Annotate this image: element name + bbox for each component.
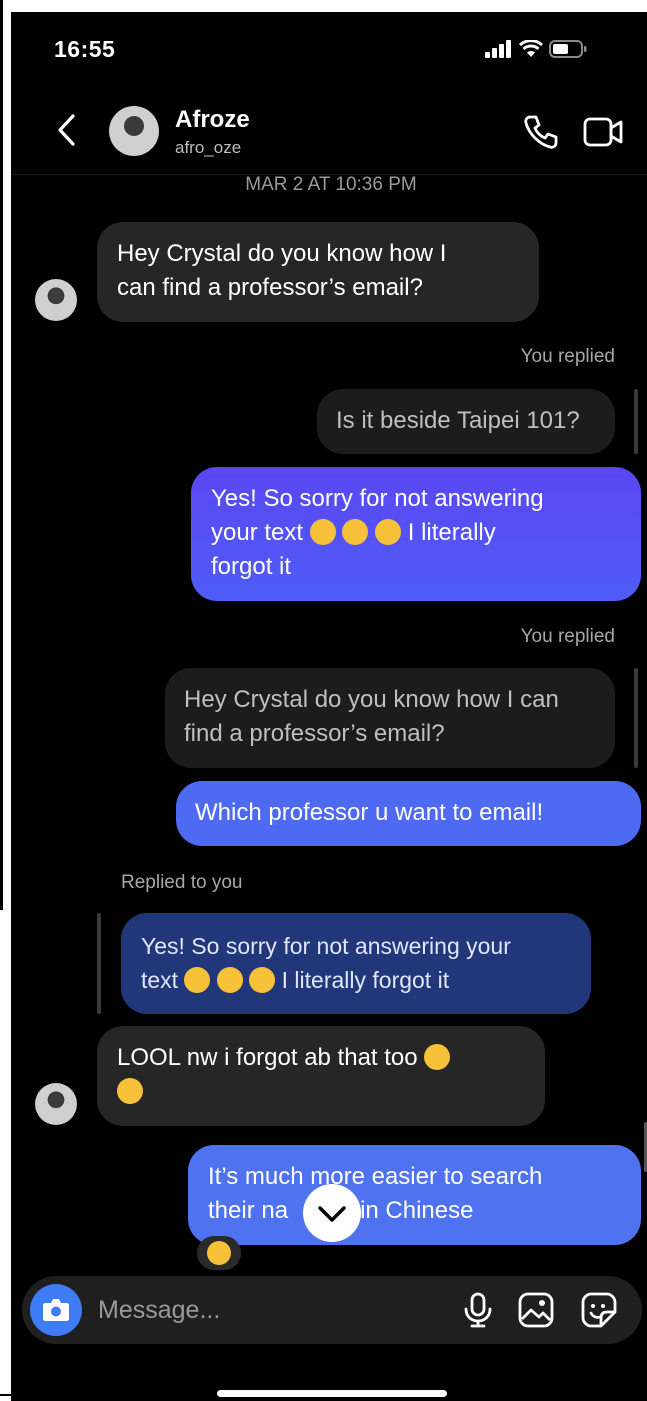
back-chevron-icon[interactable] xyxy=(49,110,89,150)
screenshot-left-edge xyxy=(0,0,3,910)
message-text-line: their na in Chinese xyxy=(208,1194,621,1228)
camera-button[interactable] xyxy=(30,1284,82,1336)
status-bar: 16:55 xyxy=(11,12,647,82)
crying-emoji-icon xyxy=(184,966,211,993)
scroll-to-bottom-button[interactable] xyxy=(303,1184,361,1242)
crying-emoji-icon xyxy=(216,966,243,993)
status-icons xyxy=(485,40,587,58)
message-text-line: can find a professor’s email? xyxy=(117,274,423,301)
message-text-part: LOOL nw i forgot ab that too xyxy=(117,1044,418,1071)
battery-icon xyxy=(549,40,587,58)
camera-icon xyxy=(43,1299,69,1321)
message-input[interactable]: Message... xyxy=(98,1296,220,1325)
received-message[interactable]: LOOL nw i forgot ab that too xyxy=(97,1026,545,1126)
sticker-icon[interactable] xyxy=(581,1292,617,1328)
message-text-part: your text xyxy=(211,519,304,546)
crying-emoji-icon xyxy=(309,518,336,545)
message-text-line: LOOL nw i forgot ab that too xyxy=(117,1041,525,1075)
crying-emoji-icon xyxy=(342,518,369,545)
reply-rail xyxy=(634,389,638,454)
message-text-line: It’s much more easier to search xyxy=(208,1163,543,1190)
phone-call-icon[interactable] xyxy=(521,112,561,152)
contact-avatar[interactable] xyxy=(109,106,159,156)
message-text-line: your text I literally xyxy=(211,516,621,550)
reply-rail xyxy=(634,668,638,768)
quoted-message[interactable]: Hey Crystal do you know how I can find a… xyxy=(165,668,615,768)
microphone-icon[interactable] xyxy=(461,1292,495,1328)
reply-label: You replied xyxy=(520,346,615,367)
signal-icon xyxy=(485,40,511,58)
message-text-part: their na xyxy=(208,1197,289,1224)
reply-label: You replied xyxy=(520,626,615,647)
sent-message[interactable]: Yes! So sorry for not answering your tex… xyxy=(191,467,641,601)
crying-emoji-icon xyxy=(375,518,402,545)
message-text-line: Yes! So sorry for not answering your xyxy=(141,933,511,959)
received-message[interactable]: Hey Crystal do you know how I can find a… xyxy=(97,222,539,322)
chat-header: Afroze afro_oze xyxy=(11,98,647,175)
sender-avatar[interactable] xyxy=(35,1083,77,1125)
message-text-line: find a professor’s email? xyxy=(184,720,445,747)
crying-emoji-icon xyxy=(249,966,276,993)
sender-avatar[interactable] xyxy=(35,279,77,321)
message-text-part: text xyxy=(141,967,179,993)
message-text-part: I literally xyxy=(407,519,496,546)
video-call-icon[interactable] xyxy=(583,114,625,150)
home-indicator xyxy=(217,1390,447,1397)
message-text-line: text I literally forgot it xyxy=(141,963,571,997)
screenshot-bottom-edge xyxy=(0,1394,11,1396)
laughing-emoji-icon xyxy=(117,1077,143,1104)
gallery-icon[interactable] xyxy=(518,1292,554,1328)
chevron-down-icon xyxy=(318,1206,346,1222)
reply-rail xyxy=(97,913,101,1014)
phone-screen: 16:55 Afroze afro_oze MAR 2 AT 10:36 PM … xyxy=(11,12,647,1401)
message-composer: Message... xyxy=(22,1276,642,1344)
date-separator: MAR 2 AT 10:36 PM xyxy=(245,174,417,195)
wifi-icon xyxy=(519,40,543,57)
contact-name[interactable]: Afroze xyxy=(175,106,250,134)
status-time: 16:55 xyxy=(54,36,116,62)
message-text-line: forgot it xyxy=(211,553,292,580)
message-text-line xyxy=(117,1075,525,1109)
message-text-line: Hey Crystal do you know how I can xyxy=(184,686,559,713)
reaction-badge[interactable] xyxy=(197,1236,241,1270)
laughing-emoji-icon xyxy=(424,1043,451,1070)
reply-label: Replied to you xyxy=(121,872,243,893)
quoted-message[interactable]: Yes! So sorry for not answering your tex… xyxy=(121,913,591,1014)
message-text-line: Yes! So sorry for not answering xyxy=(211,485,544,512)
message-text-line: Hey Crystal do you know how I xyxy=(117,240,447,267)
message-text-part: in Chinese xyxy=(360,1197,474,1224)
laughing-emoji-icon xyxy=(207,1241,231,1265)
quoted-message[interactable]: Is it beside Taipei 101? xyxy=(317,389,615,454)
sent-message[interactable]: Which professor u want to email! xyxy=(176,781,641,846)
sent-message[interactable]: It’s much more easier to search their na… xyxy=(188,1145,641,1245)
contact-handle[interactable]: afro_oze xyxy=(175,138,241,158)
message-text-part: I literally forgot it xyxy=(281,967,450,993)
